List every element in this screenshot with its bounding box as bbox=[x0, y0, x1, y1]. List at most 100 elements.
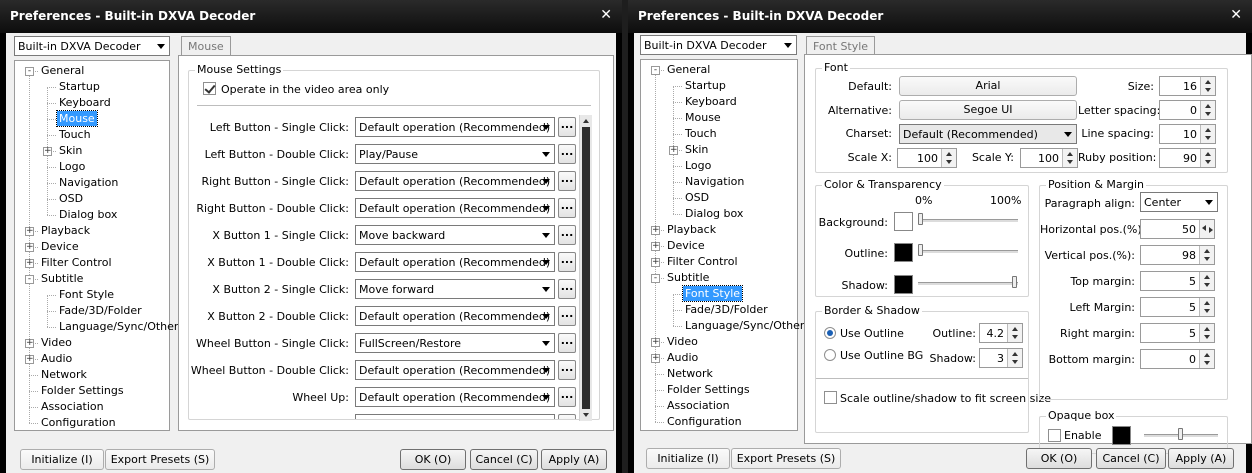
tree-item-folder-settings[interactable]: Folder Settings bbox=[39, 383, 126, 398]
tree-item-network[interactable]: Network bbox=[665, 366, 715, 381]
scale-outline-checkbox[interactable] bbox=[824, 391, 837, 404]
charset-select[interactable]: Default (Recommended) bbox=[899, 124, 1077, 144]
outline-color-swatch[interactable] bbox=[894, 243, 913, 262]
alternative-font-button[interactable]: Segoe UI bbox=[899, 100, 1077, 120]
opaque-opacity-slider[interactable] bbox=[1178, 428, 1183, 440]
more-options-button[interactable]: ... bbox=[558, 360, 576, 380]
tree-item-language-sync-other[interactable]: Language/Sync/Other bbox=[683, 318, 806, 333]
tree-item-filter-control[interactable]: Filter Control bbox=[665, 254, 740, 269]
use-outline-radio[interactable] bbox=[824, 327, 836, 339]
ok-button[interactable]: OK (O) bbox=[1026, 448, 1092, 469]
letter-spacing-spin[interactable]: 0 bbox=[1159, 100, 1216, 120]
cancel-button[interactable]: Cancel (C) bbox=[1096, 448, 1166, 469]
updown-icon[interactable] bbox=[1199, 324, 1214, 342]
mouse-action-select[interactable]: Default operation (Recommended) bbox=[355, 360, 555, 380]
tree-item-filter-control[interactable]: Filter Control bbox=[39, 255, 114, 270]
tree-item-playback[interactable]: Playback bbox=[39, 223, 92, 238]
tree-item-association[interactable]: Association bbox=[665, 398, 732, 413]
updown-icon[interactable] bbox=[1199, 246, 1214, 264]
tree-item-network[interactable]: Network bbox=[39, 367, 89, 382]
mouse-rows-scrollbar[interactable] bbox=[579, 115, 592, 421]
apply-button[interactable]: Apply (A) bbox=[541, 449, 607, 470]
more-options-button[interactable]: ... bbox=[558, 387, 576, 407]
mouse-action-select[interactable]: Default operation (Recommended) bbox=[355, 198, 555, 218]
expand-icon[interactable]: + bbox=[651, 226, 660, 235]
mouse-action-select[interactable]: Default operation (Recommended) bbox=[355, 117, 555, 137]
tree-item-touch[interactable]: Touch bbox=[683, 126, 719, 141]
expand-icon[interactable]: + bbox=[25, 227, 34, 236]
tree-item-mouse[interactable]: Mouse bbox=[683, 110, 723, 125]
tree-item-video[interactable]: Video bbox=[39, 335, 74, 350]
scale-y-spin[interactable]: 100 bbox=[1020, 148, 1078, 168]
tree-item-keyboard[interactable]: Keyboard bbox=[683, 94, 739, 109]
tree-item-subtitle[interactable]: Subtitle bbox=[665, 270, 711, 285]
collapse-icon[interactable]: - bbox=[651, 274, 660, 283]
tree-item-navigation[interactable]: Navigation bbox=[57, 175, 120, 190]
updown-icon[interactable] bbox=[1199, 298, 1214, 316]
right-margin-spin[interactable]: 5 bbox=[1140, 323, 1215, 343]
updown-icon[interactable] bbox=[1200, 149, 1215, 167]
tree-item-dialog-box[interactable]: Dialog box bbox=[683, 206, 745, 221]
scroll-up-icon[interactable] bbox=[583, 119, 589, 123]
tree-item-font-style[interactable]: Font Style bbox=[681, 285, 744, 302]
tree-item-skin[interactable]: Skin bbox=[683, 142, 710, 157]
expand-icon[interactable]: + bbox=[43, 147, 52, 156]
export-presets-button[interactable]: Export Presets (S) bbox=[731, 448, 841, 469]
tree-item-logo[interactable]: Logo bbox=[57, 159, 87, 174]
shadow-color-swatch[interactable] bbox=[894, 275, 913, 294]
scale-x-spin[interactable]: 100 bbox=[897, 148, 957, 168]
mouse-action-select[interactable]: Default operation (Recommended) bbox=[355, 414, 555, 419]
export-presets-button[interactable]: Export Presets (S) bbox=[105, 449, 215, 470]
horizontal-pos-spin[interactable]: 50 bbox=[1140, 219, 1215, 239]
line-spacing-spin[interactable]: 10 bbox=[1159, 124, 1216, 144]
mouse-action-select[interactable]: Move forward bbox=[355, 279, 555, 299]
vertical-pos-spin[interactable]: 98 bbox=[1140, 245, 1215, 265]
expand-icon[interactable]: + bbox=[25, 243, 34, 252]
tree-item-skin[interactable]: Skin bbox=[57, 143, 84, 158]
tree-item-folder-settings[interactable]: Folder Settings bbox=[665, 382, 752, 397]
expand-icon[interactable]: + bbox=[651, 242, 660, 251]
expand-icon[interactable]: + bbox=[651, 338, 660, 347]
more-options-button[interactable]: ... bbox=[558, 117, 576, 137]
tree-item-device[interactable]: Device bbox=[665, 238, 707, 253]
expand-icon[interactable]: + bbox=[669, 146, 678, 155]
updown-icon[interactable] bbox=[1200, 101, 1215, 119]
mouse-action-select[interactable]: Default operation (Recommended) bbox=[355, 306, 555, 326]
shadow-opacity-slider[interactable] bbox=[1012, 276, 1017, 288]
tree-item-logo[interactable]: Logo bbox=[683, 158, 713, 173]
decoder-select[interactable]: Built-in DXVA Decoder bbox=[14, 36, 170, 56]
tree-item-configuration[interactable]: Configuration bbox=[39, 415, 118, 430]
opaque-enable-checkbox[interactable] bbox=[1048, 429, 1061, 442]
more-options-button[interactable]: ... bbox=[558, 414, 576, 419]
scroll-down-icon[interactable] bbox=[583, 413, 589, 417]
more-options-button[interactable]: ... bbox=[558, 144, 576, 164]
mouse-action-select[interactable]: Default operation (Recommended) bbox=[355, 171, 555, 191]
shadow-depth-spin[interactable]: 3 bbox=[979, 348, 1023, 368]
cancel-button[interactable]: Cancel (C) bbox=[470, 449, 538, 470]
background-color-swatch[interactable] bbox=[894, 212, 913, 231]
expand-icon[interactable]: + bbox=[25, 339, 34, 348]
ok-button[interactable]: OK (O) bbox=[400, 449, 466, 470]
tab-font-style[interactable]: Font Style bbox=[806, 36, 876, 56]
updown-icon[interactable] bbox=[1007, 324, 1022, 342]
outline-width-spin[interactable]: 4.2 bbox=[979, 323, 1023, 343]
tree-item-startup[interactable]: Startup bbox=[683, 78, 728, 93]
decoder-select[interactable]: Built-in DXVA Decoder bbox=[640, 35, 797, 55]
updown-icon[interactable] bbox=[941, 149, 956, 167]
tree-item-osd[interactable]: OSD bbox=[683, 190, 711, 205]
default-font-button[interactable]: Arial bbox=[899, 76, 1077, 96]
tree-item-association[interactable]: Association bbox=[39, 399, 106, 414]
top-margin-spin[interactable]: 5 bbox=[1140, 271, 1215, 291]
tree-item-dialog-box[interactable]: Dialog box bbox=[57, 207, 119, 222]
tab-mouse[interactable]: Mouse bbox=[181, 36, 231, 56]
tree-item-navigation[interactable]: Navigation bbox=[683, 174, 746, 189]
tree-item-startup[interactable]: Startup bbox=[57, 79, 102, 94]
opaque-color-swatch[interactable] bbox=[1112, 426, 1131, 445]
outline-opacity-slider[interactable] bbox=[918, 244, 923, 256]
initialize-button[interactable]: Initialize (I) bbox=[646, 448, 730, 469]
ruby-position-spin[interactable]: 90 bbox=[1159, 148, 1216, 168]
tree-item-osd[interactable]: OSD bbox=[57, 191, 85, 206]
background-track[interactable] bbox=[918, 219, 1018, 223]
tree-item-device[interactable]: Device bbox=[39, 239, 81, 254]
shadow-track[interactable] bbox=[918, 282, 1018, 286]
